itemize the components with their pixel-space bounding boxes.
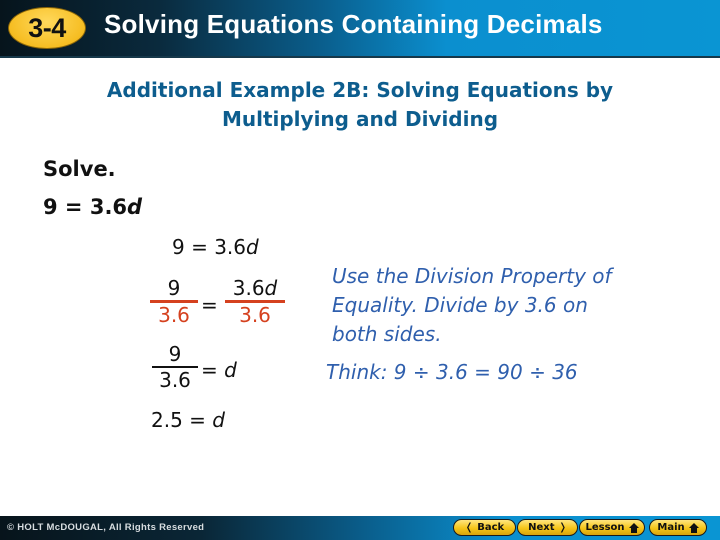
fraction-denominator: 3.6	[159, 368, 191, 392]
think-hint: Think: 9 ÷ 3.6 = 90 ÷ 36	[326, 360, 578, 384]
lesson-button[interactable]: Lesson	[579, 519, 645, 536]
fraction-numerator: 9	[168, 342, 182, 366]
home-icon	[628, 522, 639, 533]
step-1-equation: 9 = 3.6d	[172, 235, 259, 259]
fraction-numerator: 9	[167, 276, 181, 300]
fraction-denominator: 3.6	[239, 303, 271, 327]
step-explanation: Use the Division Property of Equality. D…	[332, 264, 612, 346]
fraction-numerator: 3.6d	[232, 276, 278, 300]
example-heading: Additional Example 2B: Solving Equations…	[0, 76, 720, 134]
step-2-equals: =	[201, 293, 218, 317]
step-4-solution: 2.5 = d	[151, 408, 225, 432]
example-heading-line2: Multiplying and Dividing	[221, 107, 499, 131]
chevron-left-icon: ❬	[464, 522, 474, 533]
back-button[interactable]: ❬ Back	[453, 519, 516, 536]
lesson-badge: 3-4	[8, 7, 86, 49]
header-bar: 3-4 Solving Equations Containing Decimal…	[0, 0, 720, 58]
step-3-equals-d: = d	[201, 358, 237, 382]
example-heading-line1: Additional Example 2B: Solving Equations…	[106, 78, 614, 102]
step-2-left-fraction: 9 3.6	[150, 276, 198, 327]
next-button[interactable]: Next ❭	[517, 519, 578, 536]
lesson-title: Solving Equations Containing Decimals	[104, 9, 603, 39]
main-button[interactable]: Main	[649, 519, 707, 536]
step-3-fraction: 9 3.6	[152, 342, 198, 392]
fraction-denominator: 3.6	[158, 303, 190, 327]
step-2-right-fraction: 3.6d 3.6	[225, 276, 285, 327]
solve-instruction: Solve.	[43, 157, 116, 181]
chevron-right-icon: ❭	[558, 522, 567, 533]
lesson-number: 3-4	[28, 12, 66, 43]
footer-bar: © HOLT McDOUGAL, All Rights Reserved ❬ B…	[0, 516, 720, 540]
problem-equation: 9 = 3.6d	[43, 195, 143, 219]
home-icon	[688, 522, 699, 533]
copyright-text: © HOLT McDOUGAL, All Rights Reserved	[7, 522, 205, 533]
problem-statement: Solve. 9 = 3.6d	[43, 150, 142, 226]
